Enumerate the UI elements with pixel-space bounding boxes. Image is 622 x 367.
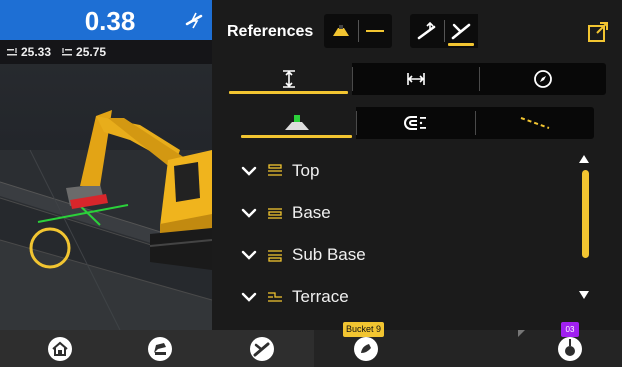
compass-icon	[533, 70, 552, 88]
layer-label: Base	[292, 203, 331, 222]
measure-mode-group	[410, 14, 478, 48]
magnet-icon	[403, 116, 426, 130]
panel-title: References	[227, 23, 314, 40]
references-panel: References Top Base Sub Base Terrace	[212, 0, 622, 330]
arm-mode-icon	[451, 23, 471, 40]
vertical-offset-icon[interactable]	[184, 10, 204, 30]
machine-view-icon	[148, 336, 172, 361]
empty-slot	[418, 330, 522, 367]
reference-type-group	[324, 14, 392, 48]
chevron-down-icon[interactable]	[240, 162, 258, 180]
layer-list: Top Base Sub Base Terrace	[240, 150, 570, 322]
chevron-down-icon[interactable]	[240, 288, 258, 306]
tab-line[interactable]	[475, 107, 594, 139]
line-icon	[520, 117, 549, 129]
surface-reference-button[interactable]	[324, 14, 358, 48]
measure-tabs	[225, 63, 606, 95]
terrace-layer-icon	[268, 292, 282, 302]
bucket-icon	[354, 336, 378, 361]
left-tip-text: 25.33	[21, 45, 52, 59]
layer-label: Terrace	[292, 287, 349, 306]
list-item[interactable]: Terrace	[240, 276, 570, 318]
tab-horizontal-distance[interactable]	[352, 63, 479, 95]
right-tip-icon	[62, 48, 73, 56]
list-item[interactable]: Sub Base	[240, 234, 570, 276]
bucket-tip-icon	[417, 21, 436, 40]
layer-label: Top	[292, 161, 320, 180]
surface-reference-icon	[333, 25, 349, 36]
layer-label: Sub Base	[292, 245, 366, 264]
line-reference-button[interactable]	[358, 14, 392, 48]
arm-mode-button[interactable]	[444, 14, 478, 48]
3d-viewport[interactable]: 0.38 25.33 25.75	[0, 0, 212, 330]
machine-view-button[interactable]	[108, 330, 212, 367]
machine-tip-icon	[558, 336, 582, 361]
vertical-distance-icon	[282, 70, 295, 88]
bottom-bar	[0, 330, 622, 367]
arm-settings-button[interactable]	[210, 330, 314, 367]
external-open-icon[interactable]	[586, 20, 610, 44]
layer-icon	[268, 164, 282, 176]
home-button[interactable]	[8, 330, 112, 367]
chevron-down-icon[interactable]	[240, 204, 258, 222]
tab-compass[interactable]	[479, 63, 606, 95]
scroll-down-icon[interactable]	[579, 291, 589, 299]
corner-indicator	[518, 330, 525, 337]
bucket-badge: Bucket 9	[343, 322, 384, 337]
arm-settings-icon	[250, 336, 274, 361]
left-tip-value: 25.33	[6, 45, 51, 59]
left-tip-icon	[7, 48, 17, 56]
tab-vertical-distance[interactable]	[225, 63, 352, 95]
right-tip-text: 25.75	[76, 45, 107, 59]
scroll-up-icon[interactable]	[579, 155, 589, 163]
measure-box: 0.38 25.33 25.75	[0, 0, 212, 64]
horizontal-distance-icon	[406, 73, 425, 85]
bucket-tip-mode-button[interactable]	[410, 14, 444, 48]
line-reference-icon	[366, 30, 384, 32]
list-item[interactable]: Base	[240, 192, 570, 234]
surface-icon	[284, 115, 309, 130]
home-icon	[48, 336, 72, 361]
cut-fill-value: 0.38	[84, 6, 136, 36]
layer-icon	[268, 208, 282, 219]
reference-tabs	[237, 107, 594, 139]
right-tip-value: 25.75	[61, 45, 106, 59]
tab-surface[interactable]	[237, 107, 356, 139]
list-item[interactable]: Top	[240, 150, 570, 192]
scrollbar-thumb[interactable]	[582, 170, 589, 258]
tab-magnet[interactable]	[356, 107, 475, 139]
chevron-down-icon[interactable]	[240, 246, 258, 264]
machine-number-badge: 03	[561, 322, 579, 337]
layer-icon	[268, 250, 282, 262]
sub-values: 25.33 25.75	[6, 45, 106, 59]
